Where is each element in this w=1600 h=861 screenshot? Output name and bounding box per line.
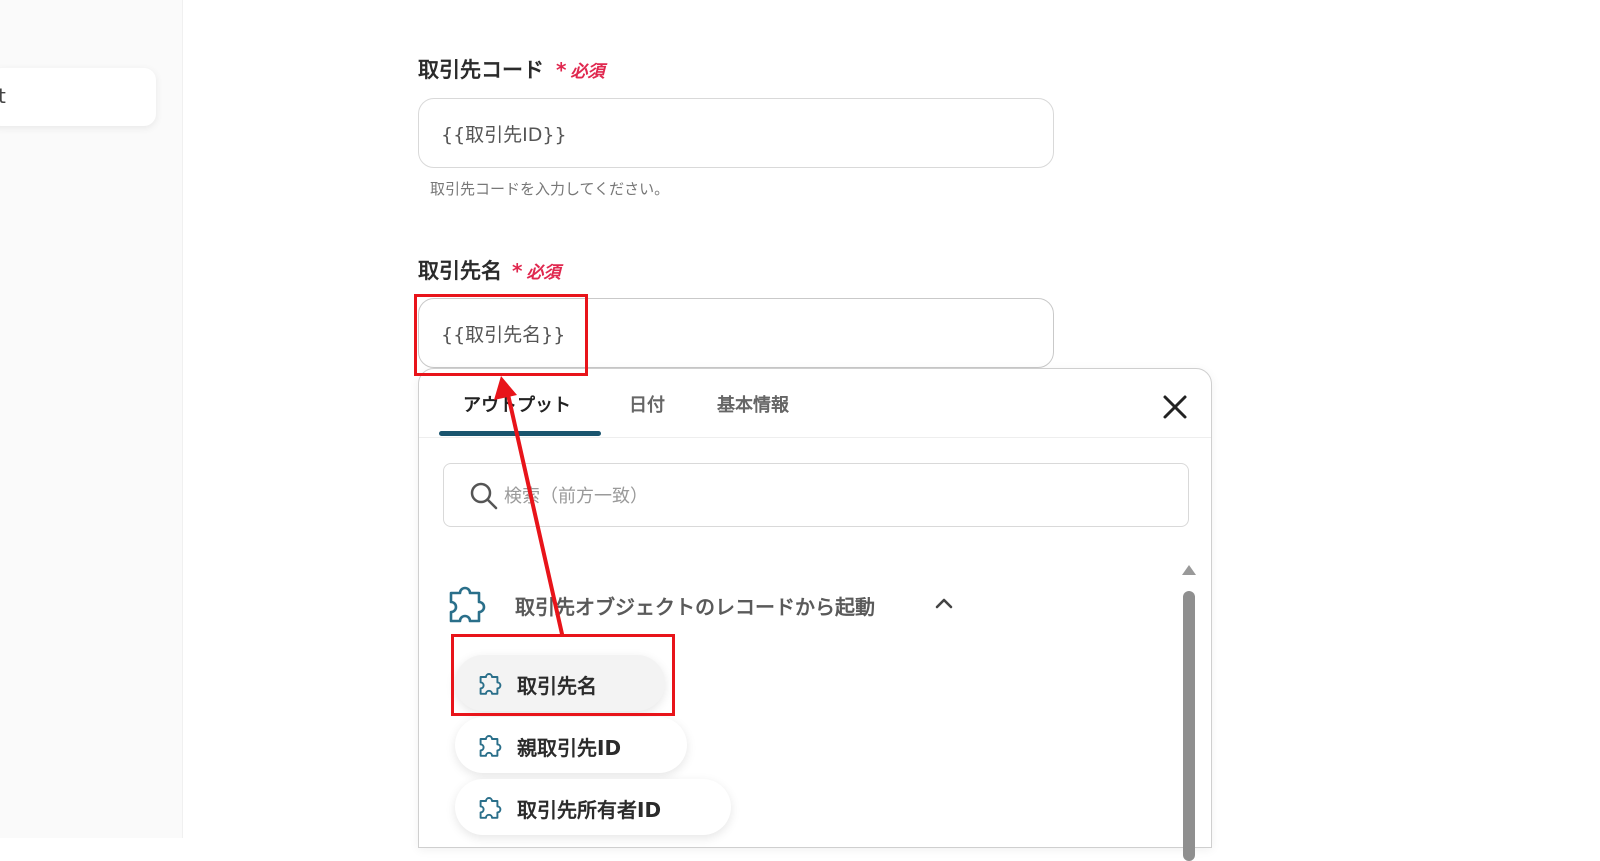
annotation-arrow — [494, 376, 564, 636]
